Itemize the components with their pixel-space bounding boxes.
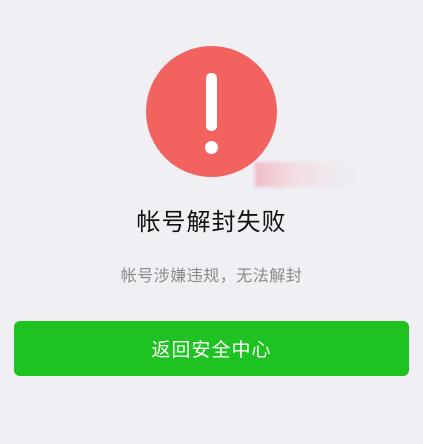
result-message: 帐号涉嫌违规，无法解封 [120, 266, 303, 285]
unblock-result-page: 帐号解封失败 帐号涉嫌违规，无法解封 返回安全中心 [0, 0, 423, 444]
return-security-center-button[interactable]: 返回安全中心 [14, 321, 409, 376]
exclamation-icon-bar [206, 73, 217, 131]
blurred-overlay [255, 162, 408, 187]
exclamation-icon-dot [205, 141, 218, 154]
result-title: 帐号解封失败 [136, 208, 287, 236]
warning-status-icon [146, 46, 277, 177]
